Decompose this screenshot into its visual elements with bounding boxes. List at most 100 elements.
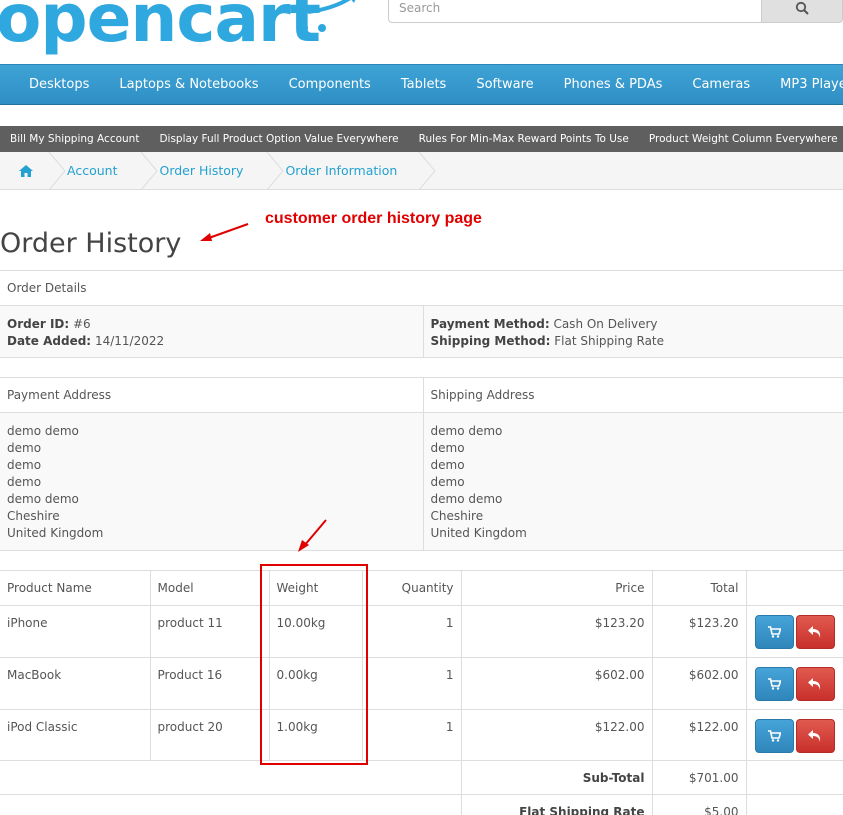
date-added-label: Date Added: — [7, 334, 92, 348]
return-button[interactable] — [795, 719, 835, 753]
address-line: demo demo — [430, 492, 503, 506]
product-name: iPod Classic — [0, 709, 151, 761]
subtotal-label: Sub-Total — [460, 760, 653, 795]
column-header-actions — [745, 570, 843, 606]
address-line: demo — [7, 458, 42, 472]
nav-item-laptops[interactable]: Laptops & Notebooks — [104, 77, 273, 92]
product-quantity: 1 — [361, 709, 462, 761]
reply-icon — [808, 626, 821, 638]
search-input[interactable]: Search — [388, 0, 762, 23]
promo-bar: Bill My Shipping Account Display Full Pr… — [0, 126, 843, 152]
promo-link-bill-shipping[interactable]: Bill My Shipping Account — [10, 133, 139, 145]
product-total: $602.00 — [651, 657, 747, 710]
page-title: Order History — [0, 228, 182, 259]
product-quantity: 1 — [361, 605, 462, 658]
product-price: $122.00 — [460, 709, 653, 761]
promo-link-reward-points[interactable]: Rules For Min-Max Reward Points To Use — [419, 133, 629, 145]
address-line: demo — [430, 458, 465, 472]
row-actions — [745, 605, 843, 658]
order-id-label: Order ID: — [7, 317, 70, 331]
breadcrumb-order-information[interactable]: Order Information — [285, 152, 417, 190]
date-added-value: 14/11/2022 — [94, 334, 165, 348]
product-total: $123.20 — [651, 605, 747, 658]
address-line: Cheshire — [430, 509, 484, 523]
payment-address-heading: Payment Address — [0, 377, 424, 413]
address-line: demo — [430, 475, 465, 489]
address-line: demo demo — [430, 424, 503, 438]
shipping-address-heading: Shipping Address — [422, 377, 843, 413]
table-row: iPhone product 11 10.00kg 1 $123.20 $123… — [0, 605, 843, 658]
product-total: $122.00 — [651, 709, 747, 761]
product-price: $123.20 — [460, 605, 653, 658]
subtotal-value: $701.00 — [651, 760, 747, 795]
reorder-button[interactable] — [754, 719, 794, 753]
annotation-arrow-icon — [298, 519, 327, 552]
nav-item-mp3[interactable]: MP3 Players — [765, 77, 843, 92]
nav-item-tablets[interactable]: Tablets — [386, 77, 462, 92]
address-line: demo — [7, 475, 42, 489]
address-line: United Kingdom — [430, 526, 527, 540]
search-button[interactable] — [761, 0, 843, 23]
nav-item-cameras[interactable]: Cameras — [677, 77, 765, 92]
annotation-label: customer order history page — [265, 210, 482, 227]
column-header-quantity: Quantity — [361, 570, 462, 606]
shipping-row: Flat Shipping Rate $5.00 — [0, 794, 843, 815]
logo-swoosh-icon — [300, 0, 356, 32]
nav-item-desktops[interactable]: Desktops — [14, 77, 104, 92]
cart-icon — [767, 678, 781, 690]
search-icon — [795, 1, 809, 15]
product-model: product 20 — [149, 709, 270, 761]
order-id-value: #6 — [73, 317, 91, 331]
row-actions — [745, 657, 843, 710]
column-header-price: Price — [460, 570, 653, 606]
opencart-logo[interactable]: opencart — [0, 0, 321, 57]
annotation-arrow-icon — [200, 223, 249, 241]
address-line: demo — [430, 441, 465, 455]
breadcrumb-separator — [417, 151, 437, 190]
payment-address-block: demo demo demo demo demo demo demo Chesh… — [0, 412, 424, 551]
subtotal-row: Sub-Total $701.00 — [0, 760, 843, 795]
nav-item-phones[interactable]: Phones & PDAs — [549, 77, 678, 92]
breadcrumb-separator — [47, 151, 67, 190]
reorder-button[interactable] — [754, 667, 794, 701]
breadcrumb: Account Order History Order Information — [0, 151, 843, 190]
promo-link-product-option[interactable]: Display Full Product Option Value Everyw… — [159, 133, 398, 145]
column-header-model: Model — [149, 570, 270, 606]
cart-icon — [767, 626, 781, 638]
nav-item-components[interactable]: Components — [274, 77, 386, 92]
address-line: demo — [7, 441, 42, 455]
table-row: MacBook Product 16 0.00kg 1 $602.00 $602… — [0, 657, 843, 710]
product-price: $602.00 — [460, 657, 653, 710]
order-details-table: Order Details Order ID: #6 Date Added: 1… — [0, 270, 843, 358]
shipping-label: Flat Shipping Rate — [460, 794, 653, 815]
products-table: Product Name Model Weight Quantity Price… — [0, 570, 843, 815]
shipping-value: $5.00 — [651, 794, 747, 815]
reorder-button[interactable] — [754, 615, 794, 649]
promo-link-weight-column[interactable]: Product Weight Column Everywhere — [649, 133, 838, 145]
return-button[interactable] — [795, 615, 835, 649]
shipping-address-block: demo demo demo demo demo demo demo Chesh… — [422, 412, 843, 551]
nav-item-software[interactable]: Software — [461, 77, 548, 92]
order-details-heading: Order Details — [0, 270, 843, 306]
payment-method-value: Cash On Delivery — [553, 317, 658, 331]
reply-icon — [808, 678, 821, 690]
return-button[interactable] — [795, 667, 835, 701]
breadcrumb-separator — [139, 151, 159, 190]
reply-icon — [808, 730, 821, 742]
breadcrumb-account[interactable]: Account — [67, 152, 139, 190]
product-name: iPhone — [0, 605, 151, 658]
breadcrumb-home[interactable] — [0, 152, 47, 190]
column-header-total: Total — [651, 570, 747, 606]
cart-icon — [767, 730, 781, 742]
product-name: MacBook — [0, 657, 151, 710]
main-nav: Desktops Laptops & Notebooks Components … — [0, 64, 843, 105]
breadcrumb-order-history[interactable]: Order History — [159, 152, 265, 190]
shipping-method-value: Flat Shipping Rate — [554, 334, 665, 348]
home-icon — [19, 164, 33, 177]
table-row: iPod Classic product 20 1.00kg 1 $122.00… — [0, 709, 843, 761]
payment-method-label: Payment Method: — [430, 317, 550, 331]
weight-column-highlight — [260, 564, 368, 765]
product-quantity: 1 — [361, 657, 462, 710]
address-line: demo demo — [7, 424, 79, 438]
shipping-method-label: Shipping Method: — [430, 334, 551, 348]
